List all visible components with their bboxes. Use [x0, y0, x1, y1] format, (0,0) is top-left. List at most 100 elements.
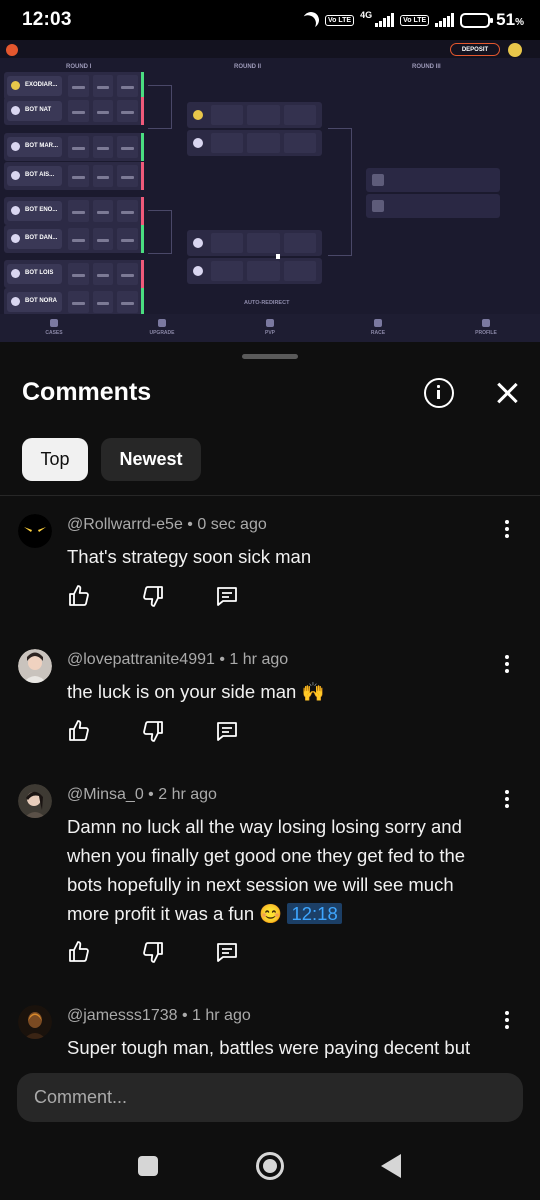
player-card: BOT MAR... — [4, 133, 144, 161]
volte-icon-2: Vo LTE — [400, 14, 430, 26]
auto-redirect-label: AUTO-REDIRECT — [244, 300, 290, 306]
round-2-card — [187, 230, 322, 256]
comment-age: 1 hr ago — [229, 651, 289, 668]
home-button[interactable] — [256, 1152, 284, 1180]
network-type: 4G — [360, 10, 373, 20]
comment-actions — [67, 719, 289, 745]
like-button[interactable] — [67, 940, 141, 966]
comment-author[interactable]: @Rollwarrd-e5e — [67, 516, 183, 533]
reply-icon — [217, 722, 237, 741]
timestamp-link[interactable]: 12:18 — [287, 903, 342, 924]
drag-handle[interactable] — [242, 354, 298, 359]
player-card: BOT LOIS — [4, 260, 144, 288]
comment-age: 0 sec ago — [197, 516, 267, 533]
sheet-title: Comments — [22, 378, 152, 406]
recent-apps-button[interactable] — [138, 1156, 158, 1176]
comment-meta: @Rollwarrd-e5e • 0 sec ago — [67, 516, 267, 533]
more-options-icon[interactable] — [500, 655, 514, 677]
tab-newest[interactable]: Newest — [101, 438, 201, 481]
round-3-slot — [366, 168, 500, 192]
reply-icon — [217, 587, 237, 606]
nav-upgrade: UPGRADE — [132, 314, 192, 342]
dislike-button[interactable] — [141, 719, 215, 745]
do-not-disturb-icon — [301, 10, 322, 31]
comment-meta: @jamesss1738 • 1 hr ago — [67, 1007, 251, 1024]
video-player[interactable]: DEPOSIT ROUND I ROUND II ROUND III EXODI… — [0, 40, 540, 342]
bracket-line — [148, 210, 172, 254]
comment-meta: @lovepattranite4991 • 1 hr ago — [67, 651, 289, 668]
reply-button[interactable] — [215, 584, 289, 610]
like-button[interactable] — [67, 719, 141, 745]
system-nav-bar — [0, 1130, 540, 1200]
comment-meta: @Minsa_0 • 2 hr ago — [67, 786, 217, 803]
close-icon[interactable] — [494, 380, 520, 406]
comment-author[interactable]: @Minsa_0 — [67, 786, 144, 803]
round-2-card — [187, 102, 322, 128]
comment-actions — [67, 584, 289, 610]
avatar[interactable] — [18, 649, 52, 683]
player-card: BOT ENO... — [4, 197, 144, 225]
thumbs-down-icon — [143, 721, 163, 742]
site-logo — [6, 44, 18, 56]
back-button[interactable] — [381, 1154, 401, 1178]
user-avatar — [508, 43, 522, 57]
avatar[interactable] — [18, 1005, 52, 1039]
round-2-card — [187, 130, 322, 156]
more-options-icon[interactable] — [500, 1011, 514, 1033]
comment-author[interactable]: @lovepattranite4991 — [67, 651, 215, 668]
more-options-icon[interactable] — [500, 790, 514, 812]
round-2-card — [187, 258, 322, 284]
page: 12:03 Vo LTE 4G Vo LTE 51% DEPOSIT ROUND… — [0, 0, 540, 1200]
dislike-button[interactable] — [141, 940, 215, 966]
avatar[interactable] — [18, 514, 52, 548]
reply-button[interactable] — [215, 940, 289, 966]
thumbs-up-icon — [69, 585, 89, 606]
reply-button[interactable] — [215, 719, 289, 745]
avatar[interactable] — [18, 784, 52, 818]
info-icon[interactable] — [424, 378, 454, 408]
comment-text: That's strategy soon sick man — [67, 546, 312, 567]
volte-icon: Vo LTE — [325, 14, 355, 26]
signal-icon-2 — [435, 13, 455, 27]
like-button[interactable] — [67, 584, 141, 610]
comment-input[interactable]: Comment... — [17, 1073, 523, 1122]
signal-icon — [375, 13, 395, 27]
status-icons: Vo LTE 4G Vo LTE 51% — [303, 10, 524, 30]
clock: 12:03 — [22, 9, 72, 30]
comments-sheet: Comments Top Newest @Rollwarrd-e5e • 0 s… — [0, 342, 540, 1200]
thumbs-down-icon — [143, 942, 163, 963]
bracket-line — [328, 128, 352, 256]
round-3-slot — [366, 194, 500, 218]
comment-age: 1 hr ago — [192, 1007, 251, 1024]
comment-age: 2 hr ago — [158, 786, 217, 803]
battery-percent: 51% — [496, 10, 524, 29]
nav-pvp: PVP — [240, 314, 300, 342]
nav-profile: PROFILE — [456, 314, 516, 342]
comment-author[interactable]: @jamesss1738 — [67, 1007, 178, 1024]
site-bottom-nav: CASES UPGRADE PVP RACE PROFILE — [0, 314, 540, 342]
tab-top[interactable]: Top — [22, 438, 88, 481]
battery-icon — [460, 12, 494, 28]
mouse-cursor — [276, 254, 280, 259]
thumbs-up-icon — [69, 941, 89, 962]
site-header: DEPOSIT — [0, 40, 540, 58]
round-3-label: ROUND III — [412, 64, 441, 70]
comment-text: Damn no luck all the way losing losing s… — [67, 816, 466, 924]
player-card: BOT DAN... — [4, 225, 144, 253]
player-card: EXODIAR... — [4, 72, 144, 100]
dislike-button[interactable] — [141, 584, 215, 610]
player-card: BOT AIS... — [4, 162, 144, 190]
player-card: BOT NORA — [4, 288, 144, 316]
player-card: BOT NAT — [4, 97, 144, 125]
round-2-label: ROUND II — [234, 64, 261, 70]
reply-icon — [217, 943, 237, 962]
nav-cases: CASES — [24, 314, 84, 342]
comment-text: the luck is on your side man 🙌 — [67, 681, 325, 702]
deposit-button: DEPOSIT — [450, 43, 500, 56]
nav-race: RACE — [348, 314, 408, 342]
divider — [0, 495, 540, 496]
round-1-label: ROUND I — [66, 64, 92, 70]
thumbs-up-icon — [69, 720, 89, 741]
more-options-icon[interactable] — [500, 520, 514, 542]
comment-item: @jamesss1738 • 1 hr ago Super tough man,… — [0, 1005, 540, 1061]
